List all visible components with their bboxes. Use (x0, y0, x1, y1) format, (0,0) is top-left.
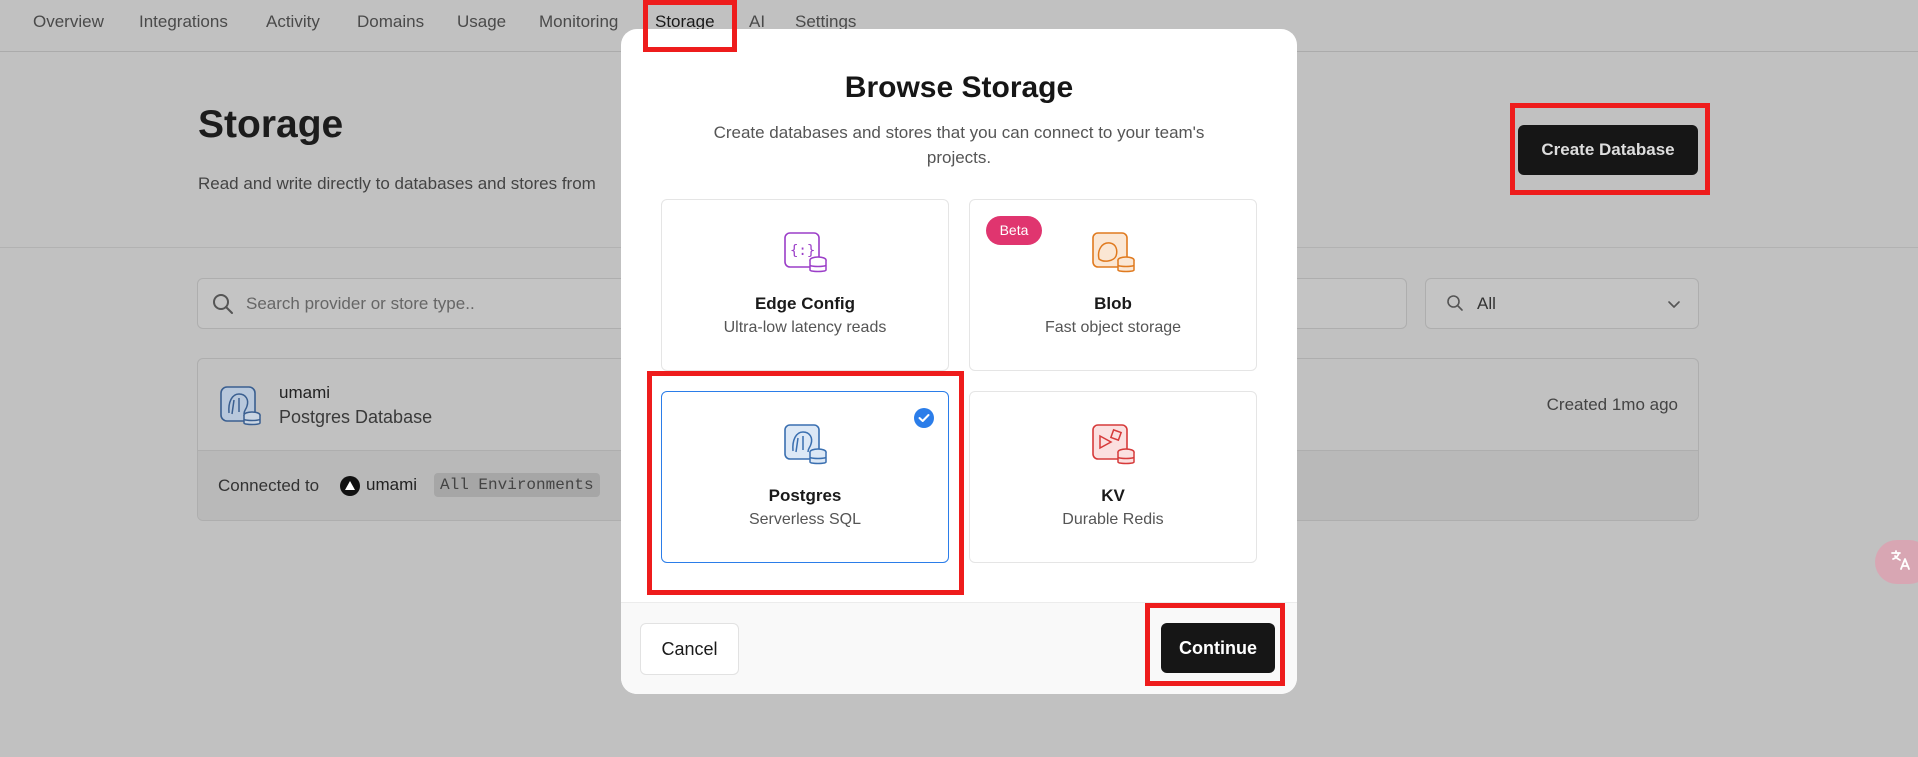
store-created-date: Created 1mo ago (1546, 395, 1678, 414)
postgres-icon (220, 386, 262, 433)
option-edge-config[interactable]: {:} Edge Config Ultra-low latency reads (661, 199, 949, 371)
continue-button[interactable]: Continue (1161, 623, 1275, 673)
translate-button[interactable] (1875, 540, 1918, 584)
option-blob[interactable]: Beta Blob Fast object storage (969, 199, 1257, 371)
option-subtitle: Durable Redis (1062, 511, 1164, 528)
modal-footer: Cancel Continue (621, 602, 1297, 694)
cancel-button[interactable]: Cancel (640, 623, 739, 675)
chevron-down-icon (1666, 296, 1682, 317)
svg-text:{:}: {:} (790, 243, 815, 259)
option-name: Blob (1094, 294, 1132, 313)
option-subtitle: Serverless SQL (748, 511, 862, 528)
browse-storage-modal: Browse Storage Create databases and stor… (621, 29, 1297, 694)
edge-config-icon: {:} (784, 232, 828, 281)
option-subtitle: Fast object storage (1044, 319, 1182, 336)
option-postgres[interactable]: Postgres Serverless SQL (661, 391, 949, 563)
environment-badge: All Environments (434, 473, 600, 497)
option-name: Edge Config (754, 294, 856, 313)
page-title: Storage (198, 103, 344, 146)
filter-value: All (1477, 294, 1496, 313)
beta-badge: Beta (986, 216, 1042, 245)
search-icon (1446, 294, 1464, 317)
search-icon (212, 293, 234, 320)
store-name: umami (279, 383, 331, 402)
option-kv[interactable]: KV Durable Redis (969, 391, 1257, 563)
postgres-icon (784, 424, 828, 473)
store-type: Postgres Database (279, 407, 433, 427)
filter-select[interactable]: All (1425, 278, 1699, 329)
option-subtitle: Ultra-low latency reads (723, 319, 887, 336)
modal-title: Browse Storage (844, 71, 1074, 104)
translate-icon (1889, 548, 1913, 577)
checkmark-icon (913, 407, 935, 434)
page-description: Read and write directly to databases and… (198, 174, 596, 193)
connected-project-link[interactable]: umami (366, 475, 417, 495)
blob-icon (1092, 232, 1136, 281)
modal-description: Create databases and stores that you can… (713, 123, 1205, 167)
option-name: KV (1101, 486, 1125, 505)
project-logo-icon (340, 476, 360, 501)
kv-icon (1092, 424, 1136, 473)
connected-label: Connected to (218, 476, 320, 495)
create-database-button[interactable]: Create Database (1518, 125, 1698, 175)
option-name: Postgres (768, 486, 842, 505)
